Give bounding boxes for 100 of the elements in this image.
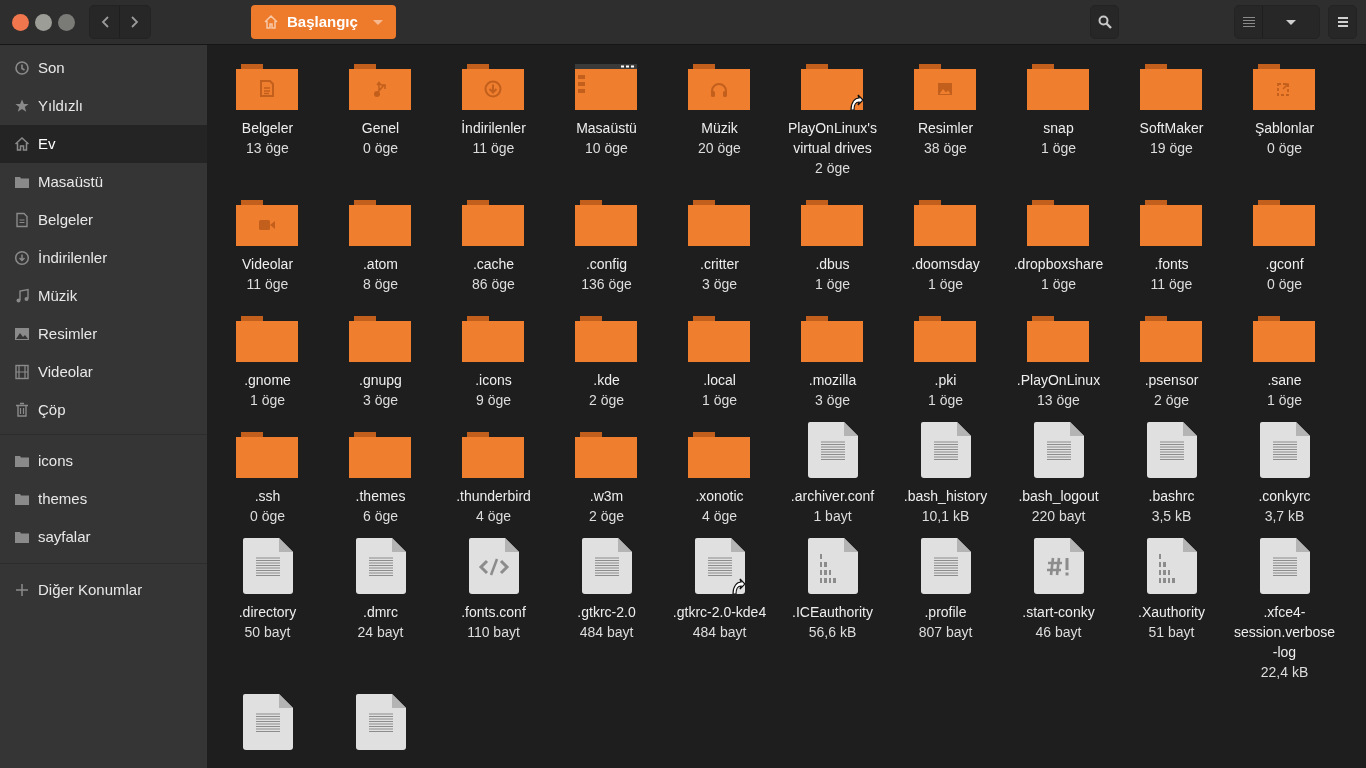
folder-icon [14, 174, 30, 190]
menu-button[interactable] [1328, 5, 1357, 39]
item-count: 3 öge [814, 391, 850, 410]
item-count: 4 öge [701, 507, 737, 526]
file-icon [1146, 422, 1197, 478]
file-name: .ICEauthority [792, 603, 873, 622]
sidebar-item[interactable]: themes [0, 480, 207, 518]
minimize-button[interactable] [35, 13, 52, 31]
file-name: .Xauthority [1138, 603, 1205, 622]
item-count: 19 öge [1150, 139, 1193, 158]
file-name: .bash_history [903, 487, 988, 506]
file-icon [1259, 422, 1310, 478]
item-count: 9 öge [475, 391, 511, 410]
sidebar-item[interactable]: icons [0, 442, 207, 480]
file-name: .cache [472, 255, 515, 274]
sidebar-item[interactable]: Belgeler [0, 201, 207, 239]
item-count: 1 öge [927, 275, 963, 294]
item-count: 24 bayt [357, 623, 404, 642]
download-icon [14, 250, 30, 266]
folder-icon [1139, 64, 1204, 110]
folder-icon [574, 200, 639, 246]
item-count: 0 öge [249, 507, 285, 526]
back-icon [99, 15, 110, 29]
sidebar-item[interactable]: İndirilenler [0, 239, 207, 277]
item-count: 11 öge [246, 275, 289, 294]
item-count: 11 öge [472, 139, 515, 158]
item-count: 86 öge [472, 275, 515, 294]
file-name: .gnome [244, 371, 291, 390]
item-count: 22,4 kB [1260, 663, 1309, 682]
file-name: .fonts.conf [461, 603, 526, 622]
folder-icon [461, 432, 526, 478]
file-name: .ssh [254, 487, 281, 506]
file-icon [355, 694, 406, 750]
sidebar-item[interactable]: Müzik [0, 277, 207, 315]
item-count: 1 öge [249, 391, 285, 410]
folder-icon [1026, 64, 1091, 110]
folder-icon [235, 316, 300, 362]
sidebar-item[interactable]: Yıldızlı [0, 87, 207, 125]
sidebar-item[interactable]: Ev [0, 125, 207, 163]
item-count: 13 öge [1037, 391, 1080, 410]
folder-icon [687, 432, 752, 478]
folder-icon [14, 453, 30, 469]
file-name: .directory [238, 603, 297, 622]
item-count: 1 öge [1266, 391, 1302, 410]
file-name: .PlayOnLinux [1016, 371, 1101, 390]
document-icon [14, 212, 30, 228]
folder-icon [14, 491, 30, 507]
file-icon [807, 538, 858, 594]
sidebar-item[interactable]: sayfalar [0, 518, 207, 556]
item-count: 2 öge [814, 159, 850, 178]
file-name: .config [585, 255, 628, 274]
history-icon [14, 60, 30, 76]
item-count: 807 bayt [918, 623, 973, 642]
home-icon [14, 136, 30, 152]
folder-icon [687, 200, 752, 246]
file-icon [1146, 538, 1197, 594]
search-button[interactable] [1090, 5, 1119, 39]
trash-icon [14, 402, 30, 418]
sidebar-item[interactable]: Son [0, 49, 207, 87]
file-name: Belgeler [241, 119, 294, 138]
sidebar-item[interactable]: Resimler [0, 315, 207, 353]
file-name: .dbus [815, 255, 850, 274]
close-button[interactable] [12, 13, 29, 31]
music-note-icon [14, 288, 30, 304]
file-name: .dropboxshare [1013, 255, 1104, 274]
file-name: .psensor [1144, 371, 1199, 390]
item-count: 4 öge [475, 507, 511, 526]
file-name: Videolar [241, 255, 294, 274]
file-icon [1259, 538, 1310, 594]
file-name: .bashrc [1148, 487, 1195, 506]
item-count: 1 öge [1040, 275, 1076, 294]
folder-icon [913, 200, 978, 246]
folder-icon [14, 529, 30, 545]
item-count: 13 öge [246, 139, 289, 158]
item-count: 136 öge [581, 275, 632, 294]
folder-icon [348, 316, 413, 362]
item-count: 51 bayt [1148, 623, 1195, 642]
file-name: .pki [934, 371, 957, 390]
file-name: Masaüstü [576, 119, 637, 138]
sidebar-item[interactable]: Masaüstü [0, 163, 207, 201]
item-count: 56,6 kB [808, 623, 857, 642]
item-count: 484 bayt [692, 623, 747, 642]
file-icon [920, 422, 971, 478]
sidebar-item[interactable]: Diğer Konumlar [0, 571, 207, 609]
sidebar-item[interactable]: Videolar [0, 353, 207, 391]
item-count: 110 bayt [467, 623, 520, 642]
item-count: 3 öge [362, 391, 398, 410]
file-icon [242, 694, 293, 750]
file-icon [355, 538, 406, 594]
folder-icon [1252, 316, 1317, 362]
file-name: .local [703, 371, 736, 390]
folder-icon [235, 200, 300, 246]
file-name: .themes [355, 487, 406, 506]
item-count: 220 bayt [1031, 507, 1086, 526]
file-name: .critter [700, 255, 739, 274]
sidebar-item[interactable]: Çöp [0, 391, 207, 429]
folder-icon [800, 316, 865, 362]
maximize-button[interactable] [58, 13, 75, 31]
file-icon [920, 538, 971, 594]
file-name: Şablonlar [1254, 119, 1315, 138]
